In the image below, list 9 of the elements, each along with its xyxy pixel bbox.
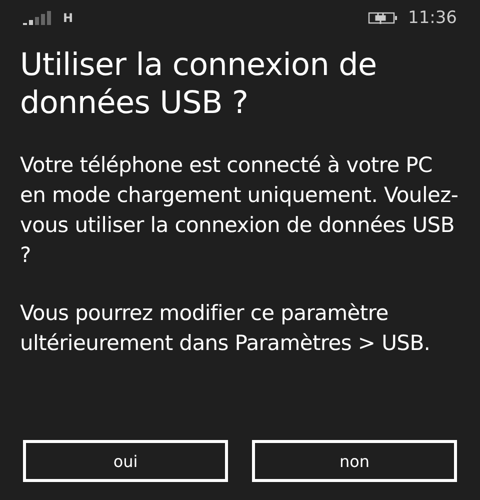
battery-charging-icon <box>368 11 398 25</box>
dialog-title: Utiliser la connexion de données USB ? <box>20 46 378 122</box>
dialog-message: Vous pourrez modifier ce paramètre ultérieurement dans Paramètres > USB. <box>20 300 432 357</box>
dialog-message: Votre téléphone est connecté à votre PC en mode chargement uniquement. Voulez-vous utiliser la connexion de données USB ? <box>20 152 460 269</box>
network-type: H <box>63 11 74 25</box>
no-button[interactable]: non <box>252 440 457 482</box>
yes-button[interactable]: oui <box>23 440 228 482</box>
signal-icon <box>23 11 53 25</box>
clock: 11:36 <box>408 8 457 28</box>
